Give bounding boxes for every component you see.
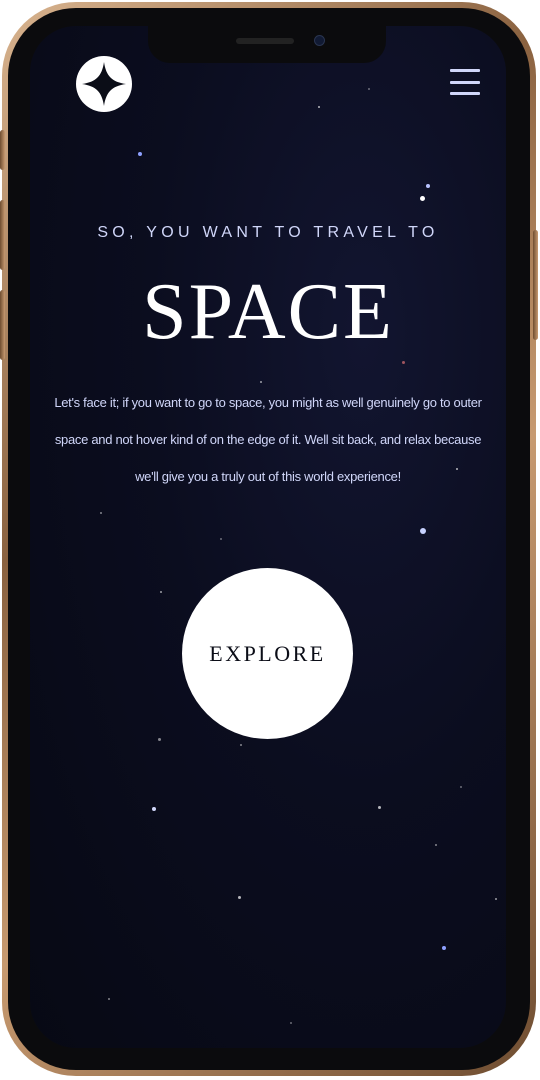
star — [260, 381, 262, 383]
star — [442, 946, 446, 950]
hero-description: Let's face it; if you want to go to spac… — [54, 395, 482, 484]
phone-notch — [148, 26, 386, 63]
hero-eyebrow: SO, YOU WANT TO TRAVEL TO — [97, 224, 439, 241]
star — [460, 786, 462, 788]
star — [435, 844, 437, 846]
star — [420, 196, 425, 201]
star — [368, 88, 370, 90]
star — [426, 184, 430, 188]
star — [495, 898, 497, 900]
hamburger-menu-icon[interactable] — [450, 69, 480, 95]
volume-down-button — [0, 290, 5, 360]
power-button — [533, 230, 538, 340]
screen: SO, YOU WANT TO TRAVEL TO SPACE Let's fa… — [30, 26, 506, 1048]
star — [240, 744, 242, 746]
menu-line — [450, 92, 480, 95]
four-point-star-icon — [82, 62, 126, 106]
volume-up-button — [0, 200, 5, 270]
menu-line — [450, 69, 480, 72]
speaker-grille — [236, 38, 294, 44]
star — [160, 591, 162, 593]
front-camera — [314, 35, 325, 46]
logo-icon[interactable] — [76, 56, 132, 112]
star — [108, 998, 110, 1000]
star — [220, 538, 222, 540]
star — [318, 106, 320, 108]
star — [158, 738, 161, 741]
star — [138, 152, 142, 156]
silent-switch — [0, 130, 5, 170]
hero-title: SPACE — [142, 268, 394, 356]
star — [290, 1022, 292, 1024]
star — [378, 806, 381, 809]
menu-line — [450, 80, 480, 84]
explore-button[interactable]: EXPLORE — [182, 568, 353, 739]
star — [100, 512, 102, 514]
star — [420, 528, 426, 534]
star — [152, 807, 156, 811]
star — [238, 896, 241, 899]
